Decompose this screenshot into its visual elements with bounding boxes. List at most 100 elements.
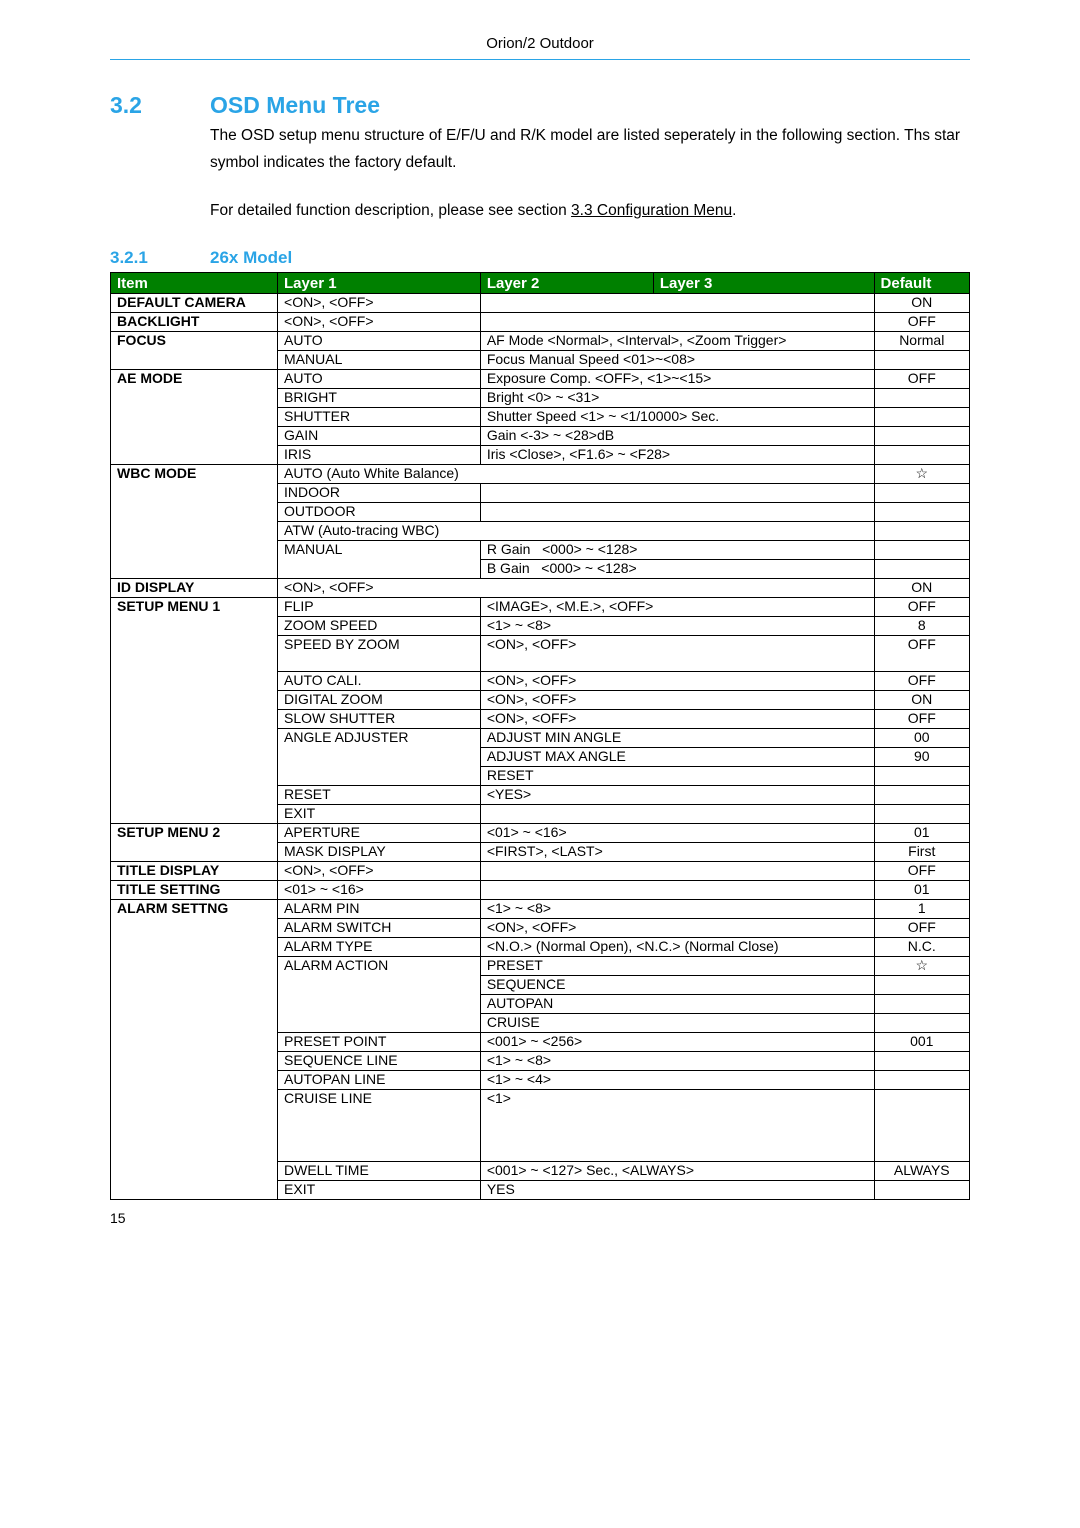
cell-l1: MASK DISPLAY [278, 843, 481, 862]
cell-default: ☆ [874, 465, 969, 484]
cell-l1: RESET [278, 786, 481, 805]
page-number: 15 [110, 1210, 970, 1226]
cell-default: 001 [874, 1033, 969, 1052]
cell-l2: Exposure Comp. <OFF>, <1>~<15> [480, 370, 874, 389]
cell-l2: RESET [480, 767, 874, 786]
cell-default: OFF [874, 672, 969, 691]
cell-default: ON [874, 579, 969, 598]
config-menu-link[interactable]: 3.3 Configuration Menu [571, 202, 732, 219]
cell-default: ON [874, 294, 969, 313]
cell-l1: EXIT [278, 1181, 481, 1200]
cell-l1: SLOW SHUTTER [278, 710, 481, 729]
cell-default [874, 522, 969, 541]
cell-l1: INDOOR [278, 484, 481, 503]
cell-default [874, 976, 969, 995]
cell-default [874, 560, 969, 579]
cell-item: SETUP MENU 1 [111, 598, 278, 824]
section-heading: 3.2 OSD Menu Tree [110, 92, 970, 119]
cell-default: 01 [874, 881, 969, 900]
cell-default: ALWAYS [874, 1162, 969, 1181]
cell-default [874, 541, 969, 560]
cell-l2: <1> ~ <8> [480, 617, 874, 636]
cell-default: OFF [874, 636, 969, 672]
table-row: WBC MODE AUTO (Auto White Balance) ☆ [111, 465, 970, 484]
table-row: TITLE DISPLAY <ON>, <OFF> OFF [111, 862, 970, 881]
cell-l2: <1> ~ <4> [480, 1071, 874, 1090]
cell-default: OFF [874, 313, 969, 332]
cell-default [874, 767, 969, 786]
cell-l2: <IMAGE>, <M.E.>, <OFF> [480, 598, 874, 617]
cell-l1: <01> ~ <16> [278, 881, 481, 900]
cell-l1: AUTO (Auto White Balance) [278, 465, 875, 484]
cell-default [874, 1052, 969, 1071]
cell-empty [480, 881, 874, 900]
cell-l1: ALARM ACTION [278, 957, 481, 1033]
cell-l1: ANGLE ADJUSTER [278, 729, 481, 786]
cell-default: 8 [874, 617, 969, 636]
cell-l1: BRIGHT [278, 389, 481, 408]
cell-l2: <01> ~ <16> [480, 824, 874, 843]
table-row: DEFAULT CAMERA <ON>, <OFF> ON [111, 294, 970, 313]
cell-default: OFF [874, 862, 969, 881]
cell-l2: ADJUST MIN ANGLE [480, 729, 874, 748]
page-header: Orion/2 Outdoor [110, 35, 970, 52]
cell-l2: R Gain <000> ~ <128> [480, 541, 874, 560]
cell-default [874, 408, 969, 427]
header-rule [110, 59, 970, 60]
cell-item: FOCUS [111, 332, 278, 370]
cell-default: OFF [874, 598, 969, 617]
cell-l1: APERTURE [278, 824, 481, 843]
cell-default: 00 [874, 729, 969, 748]
cell-empty [480, 805, 874, 824]
cell-l2: YES [480, 1181, 874, 1200]
th-item: Item [111, 273, 278, 294]
cell-empty [480, 484, 874, 503]
subsection-number: 3.2.1 [110, 248, 210, 268]
cell-l1: <ON>, <OFF> [278, 294, 481, 313]
cell-item: TITLE SETTING [111, 881, 278, 900]
table-row: AE MODE AUTO Exposure Comp. <OFF>, <1>~<… [111, 370, 970, 389]
cell-default [874, 484, 969, 503]
cell-l2: <1> ~ <8> [480, 1052, 874, 1071]
cell-l1: AUTOPAN LINE [278, 1071, 481, 1090]
cell-default: 01 [874, 824, 969, 843]
cell-item: ID DISPLAY [111, 579, 278, 598]
cell-l2: <ON>, <OFF> [480, 691, 874, 710]
cell-empty [480, 862, 874, 881]
cell-l1: AUTO [278, 332, 481, 351]
cell-default [874, 1014, 969, 1033]
intro-paragraph-2: For detailed function description, pleas… [210, 198, 970, 224]
cell-l1: ATW (Auto-tracing WBC) [278, 522, 875, 541]
cell-l1: DIGITAL ZOOM [278, 691, 481, 710]
cell-l1: EXIT [278, 805, 481, 824]
th-layer1: Layer 1 [278, 273, 481, 294]
cell-l2: Shutter Speed <1> ~ <1/10000> Sec. [480, 408, 874, 427]
cell-l2: SEQUENCE [480, 976, 874, 995]
cell-default: First [874, 843, 969, 862]
cell-item: SETUP MENU 2 [111, 824, 278, 862]
section-number: 3.2 [110, 92, 210, 119]
cell-empty [480, 503, 874, 522]
cell-l1: <ON>, <OFF> [278, 862, 481, 881]
cell-default [874, 1181, 969, 1200]
cell-l2: PRESET [480, 957, 874, 976]
cell-l2: CRUISE [480, 1014, 874, 1033]
cell-default [874, 351, 969, 370]
cell-l1: MANUAL [278, 541, 481, 579]
cell-l2: Focus Manual Speed <01>~<08> [480, 351, 874, 370]
cell-l2: <ON>, <OFF> [480, 710, 874, 729]
subsection-heading: 3.2.1 26x Model [110, 248, 970, 268]
cell-l1: AUTO [278, 370, 481, 389]
cell-l2: AF Mode <Normal>, <Interval>, <Zoom Trig… [480, 332, 874, 351]
intro-paragraph-1: The OSD setup menu structure of E/F/U an… [210, 123, 970, 176]
table-row: ID DISPLAY <ON>, <OFF> ON [111, 579, 970, 598]
cell-l1: AUTO CALI. [278, 672, 481, 691]
cell-default: ☆ [874, 957, 969, 976]
cell-l1: OUTDOOR [278, 503, 481, 522]
table-row: ALARM SETTNG ALARM PIN <1> ~ <8> 1 [111, 900, 970, 919]
cell-l2: B Gain <000> ~ <128> [480, 560, 874, 579]
cell-l2: <ON>, <OFF> [480, 919, 874, 938]
cell-item: ALARM SETTNG [111, 900, 278, 1200]
table-row: SETUP MENU 1 FLIP <IMAGE>, <M.E.>, <OFF>… [111, 598, 970, 617]
table-header-row: Item Layer 1 Layer 2 Layer 3 Default [111, 273, 970, 294]
